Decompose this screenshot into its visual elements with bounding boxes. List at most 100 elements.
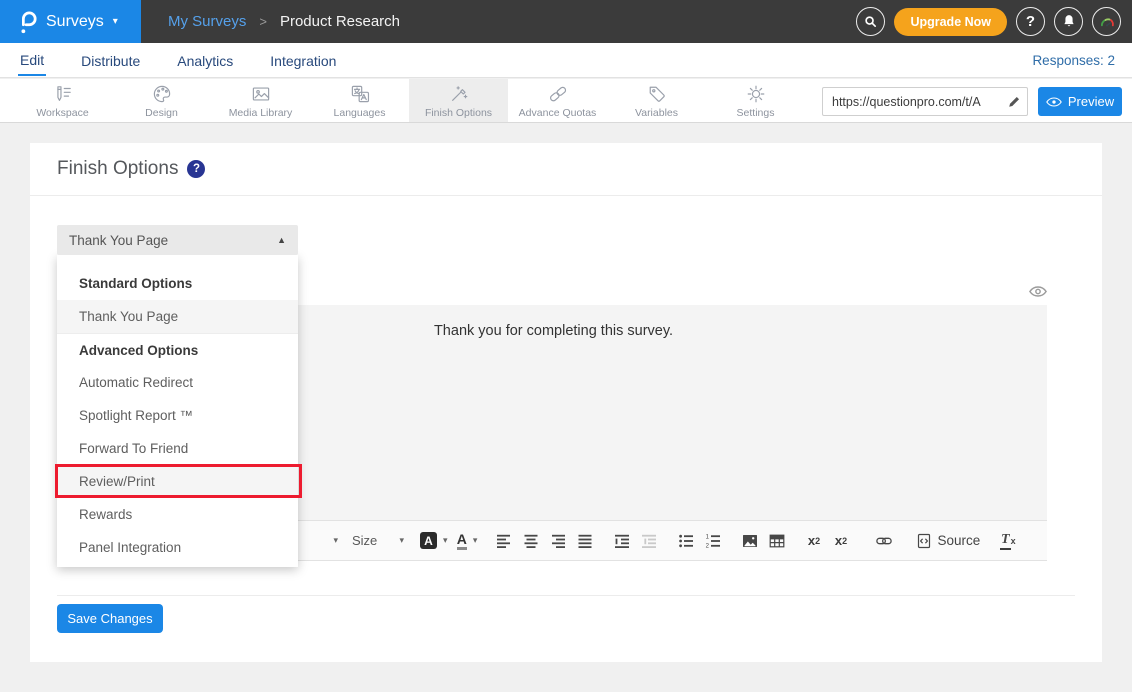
- ribbon-item-finish-options[interactable]: Finish Options: [409, 79, 508, 122]
- tab-distribute[interactable]: Distribute: [79, 45, 142, 75]
- menu-item-panel-integration[interactable]: Panel Integration: [57, 531, 298, 564]
- align-left-button[interactable]: [491, 528, 518, 554]
- questionpro-logo-icon: [17, 9, 37, 35]
- product-switcher[interactable]: Surveys ▾: [0, 0, 141, 43]
- tab-edit[interactable]: Edit: [18, 44, 46, 76]
- ribbon-item-design[interactable]: Design: [112, 79, 211, 122]
- questionpro-app: Surveys ▾ My Surveys > Product Research …: [0, 0, 1132, 692]
- align-center-icon: [523, 533, 539, 549]
- tab-integration[interactable]: Integration: [268, 45, 338, 75]
- ribbon-item-advance-quotas[interactable]: Advance Quotas: [508, 79, 607, 122]
- breadcrumb-my-surveys[interactable]: My Surveys: [168, 13, 246, 30]
- survey-url-box: [822, 87, 1028, 116]
- menu-header-standard-options: Standard Options: [57, 267, 298, 300]
- text-color-button[interactable]: A ▾: [454, 528, 481, 554]
- thank-you-message: Thank you for completing this survey.: [434, 323, 673, 339]
- finish-option-select[interactable]: Thank You Page ▲: [57, 225, 298, 255]
- source-button[interactable]: Source: [916, 528, 981, 554]
- indent-group: [609, 528, 663, 554]
- ribbon-item-variables[interactable]: Variables: [607, 79, 706, 122]
- indent-icon: [614, 533, 630, 549]
- account-score-button[interactable]: [1092, 7, 1121, 36]
- source-group: Source: [916, 528, 981, 554]
- menu-item-forward-to-friend[interactable]: Forward To Friend: [57, 432, 298, 465]
- media-library-icon: [250, 83, 272, 105]
- eye-icon: [1046, 97, 1062, 107]
- text-color-icon: A: [457, 532, 467, 550]
- align-right-button[interactable]: [545, 528, 572, 554]
- design-palette-icon: [151, 83, 173, 105]
- languages-icon: [349, 83, 371, 105]
- top-bar: Surveys ▾ My Surveys > Product Research …: [0, 0, 1132, 43]
- menu-item-review-print[interactable]: Review/Print: [57, 465, 298, 498]
- title-help-icon[interactable]: ?: [187, 160, 205, 178]
- survey-tabs: Edit Distribute Analytics Integration Re…: [0, 43, 1132, 78]
- menu-item-rewards[interactable]: Rewards: [57, 498, 298, 531]
- insert-table-button[interactable]: [764, 528, 791, 554]
- list-group: 12: [673, 528, 727, 554]
- ribbon-items: Workspace Design Media Library: [13, 79, 805, 122]
- ribbon-item-workspace[interactable]: Workspace: [13, 79, 112, 122]
- ribbon-item-languages[interactable]: Languages: [310, 79, 409, 122]
- insert-group: [737, 528, 791, 554]
- chevron-down-icon: ▾: [333, 535, 338, 546]
- svg-text:2: 2: [706, 543, 710, 548]
- breadcrumb-separator: >: [259, 14, 267, 29]
- help-button[interactable]: ?: [1016, 7, 1045, 36]
- breadcrumb-current-survey: Product Research: [280, 13, 400, 30]
- clear-group: Tx: [994, 528, 1021, 554]
- tab-analytics[interactable]: Analytics: [175, 45, 235, 75]
- alignment-group: [491, 528, 599, 554]
- responses-count[interactable]: Responses: 2: [1032, 43, 1115, 78]
- align-center-button[interactable]: [518, 528, 545, 554]
- section-divider: [57, 595, 1075, 596]
- numbered-list-button[interactable]: 12: [700, 528, 727, 554]
- score-gauge-icon: [1098, 13, 1116, 31]
- image-icon: [742, 533, 758, 549]
- link-group: [871, 528, 898, 554]
- search-icon: [863, 14, 878, 29]
- ribbon-item-media-library[interactable]: Media Library: [211, 79, 310, 122]
- ribbon-item-settings[interactable]: Settings: [706, 79, 805, 122]
- upgrade-now-button[interactable]: Upgrade Now: [894, 8, 1007, 36]
- bell-icon: [1062, 14, 1076, 29]
- menu-item-thank-you-page[interactable]: Thank You Page: [57, 300, 298, 333]
- card-header: Finish Options ?: [30, 143, 1102, 196]
- align-right-icon: [550, 533, 566, 549]
- indent-button[interactable]: [609, 528, 636, 554]
- script-group: x2 x2: [801, 528, 855, 554]
- svg-text:1: 1: [706, 534, 710, 540]
- survey-url-input[interactable]: [823, 88, 1003, 115]
- finish-options-wand-icon: [448, 83, 470, 105]
- menu-item-automatic-redirect[interactable]: Automatic Redirect: [57, 366, 298, 399]
- selected-option: Thank You Page: [69, 233, 168, 248]
- edit-url-pencil-icon[interactable]: [1008, 95, 1021, 108]
- bullet-list-button[interactable]: [673, 528, 700, 554]
- justify-button[interactable]: [572, 528, 599, 554]
- numbered-list-icon: 12: [705, 533, 721, 549]
- preview-button[interactable]: Preview: [1038, 87, 1122, 116]
- chevron-down-icon: ▾: [399, 535, 404, 546]
- insert-link-button[interactable]: [871, 528, 898, 554]
- link-chain-icon: [876, 533, 892, 549]
- notifications-button[interactable]: [1054, 7, 1083, 36]
- menu-item-spotlight-report[interactable]: Spotlight Report ™: [57, 399, 298, 432]
- source-doc-icon: [916, 533, 932, 549]
- size-dropdown[interactable]: Size ▾: [352, 529, 404, 553]
- outdent-button[interactable]: [636, 528, 663, 554]
- page-title: Finish Options: [57, 158, 178, 180]
- finish-options-menu: Standard Options Thank You Page Advanced…: [57, 255, 298, 567]
- table-icon: [769, 533, 785, 549]
- subscript-button[interactable]: x2: [801, 528, 828, 554]
- breadcrumb: My Surveys > Product Research: [168, 0, 400, 43]
- remove-format-button[interactable]: Tx: [994, 528, 1021, 554]
- workspace-icon: [52, 83, 74, 105]
- visibility-eye-icon[interactable]: [1029, 285, 1047, 298]
- search-button[interactable]: [856, 7, 885, 36]
- justify-icon: [577, 533, 593, 549]
- save-changes-button[interactable]: Save Changes: [57, 604, 163, 633]
- background-color-button[interactable]: A ▾: [420, 528, 448, 554]
- bullet-list-icon: [678, 533, 694, 549]
- superscript-button[interactable]: x2: [828, 528, 855, 554]
- insert-image-button[interactable]: [737, 528, 764, 554]
